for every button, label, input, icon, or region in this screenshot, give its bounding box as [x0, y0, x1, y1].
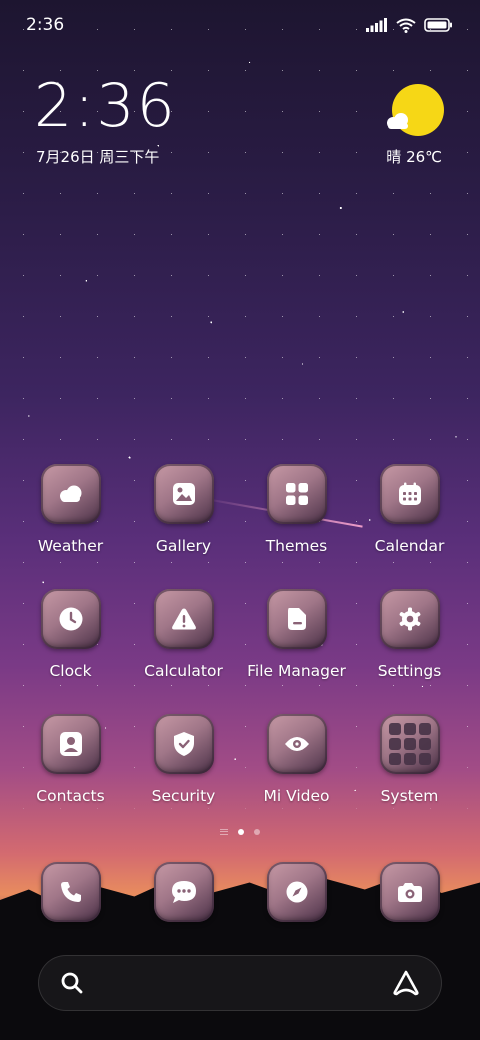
image-icon [172, 483, 195, 505]
app-icon-tile[interactable] [153, 714, 214, 774]
list-view-icon[interactable] [220, 829, 228, 835]
app-system-folder[interactable]: System [353, 714, 466, 839]
warning-icon [171, 608, 196, 630]
gear-icon [399, 607, 420, 631]
grid-icon [285, 483, 308, 505]
clock-widget-time[interactable]: 2:36 [34, 76, 177, 136]
page-dot[interactable] [254, 829, 260, 835]
folder-app-thumb [388, 753, 401, 765]
eye-icon [284, 737, 309, 751]
app-icon-tile[interactable] [266, 464, 327, 524]
folder-app-thumb [418, 738, 431, 750]
app-label: Calendar [374, 537, 445, 555]
app-label: Security [151, 787, 216, 805]
app-security[interactable]: Security [127, 714, 240, 839]
app-row: Contacts Security Mi Video System [14, 714, 466, 839]
wifi-icon [396, 18, 416, 33]
app-file-manager[interactable]: File Manager [240, 589, 353, 714]
app-icon-tile[interactable] [266, 714, 327, 774]
app-icon-tile[interactable] [379, 464, 440, 524]
app-label: Clock [49, 662, 92, 680]
search-bar[interactable] [38, 955, 442, 1011]
app-label: Contacts [36, 787, 105, 805]
app-contacts[interactable]: Contacts [14, 714, 127, 839]
folder-app-thumb [388, 738, 401, 750]
app-grid: Weather Gallery Themes Calendar Clock Ca… [14, 464, 466, 839]
app-calendar[interactable]: Calendar [353, 464, 466, 589]
app-icon-tile[interactable] [379, 714, 440, 774]
app-label: Themes [265, 537, 328, 555]
battery-icon [424, 18, 452, 32]
calendar-icon [398, 482, 421, 505]
message-icon [171, 881, 196, 903]
page-dot-active[interactable] [238, 829, 244, 835]
app-icon-tile[interactable] [40, 464, 101, 524]
folder-icon [287, 608, 306, 630]
clock-widget-date: 7月26日 周三下午 [36, 148, 160, 166]
phone-icon [60, 882, 81, 902]
app-label: Weather [37, 537, 104, 555]
app-label: Settings [377, 662, 442, 680]
folder-app-thumb [418, 723, 431, 735]
signal-icon [366, 18, 387, 32]
cloud-icon [59, 485, 81, 502]
status-time: 2:36 [26, 15, 65, 35]
app-label: Gallery [155, 537, 212, 555]
app-label: File Manager [247, 662, 346, 680]
app-icon-tile[interactable] [40, 714, 101, 774]
folder-app-thumb [418, 753, 431, 765]
app-calculator[interactable]: Calculator [127, 589, 240, 714]
app-label: Mi Video [263, 787, 330, 805]
app-icon-tile[interactable] [266, 589, 327, 649]
app-icon-tile[interactable] [153, 862, 214, 922]
app-themes[interactable]: Themes [240, 464, 353, 589]
app-row: Weather Gallery Themes Calendar [14, 464, 466, 589]
app-icon-tile[interactable] [40, 862, 101, 922]
app-gallery[interactable]: Gallery [127, 464, 240, 589]
dock-messages[interactable] [127, 862, 240, 922]
shield-icon [173, 732, 194, 756]
search-icon[interactable] [60, 971, 84, 995]
app-label: Calculator [144, 662, 223, 680]
app-mi-video[interactable]: Mi Video [240, 714, 353, 839]
folder-grid-icon [388, 723, 431, 765]
camera-icon [397, 883, 422, 902]
weather-widget[interactable] [384, 84, 444, 136]
folder-app-thumb [388, 723, 401, 735]
app-weather[interactable]: Weather [14, 464, 127, 589]
folder-app-thumb [403, 723, 416, 735]
weather-text: 晴 26℃ [386, 148, 442, 166]
app-icon-tile[interactable] [379, 589, 440, 649]
folder-app-thumb [403, 738, 416, 750]
status-icons [366, 18, 453, 33]
app-row: Clock Calculator File Manager Settings [14, 589, 466, 714]
app-clock[interactable]: Clock [14, 589, 127, 714]
clock-icon [59, 607, 82, 631]
dock [14, 862, 466, 922]
app-settings[interactable]: Settings [353, 589, 466, 714]
folder-app-thumb [403, 753, 416, 765]
app-label: System [380, 787, 439, 805]
status-bar: 2:36 [0, 0, 480, 50]
assistant-icon[interactable] [392, 970, 420, 996]
person-icon [59, 732, 82, 756]
app-icon-tile[interactable] [379, 862, 440, 922]
app-icon-tile[interactable] [153, 589, 214, 649]
app-icon-tile[interactable] [40, 589, 101, 649]
page-indicator[interactable] [0, 829, 480, 835]
dock-camera[interactable] [353, 862, 466, 922]
app-icon-tile[interactable] [266, 862, 327, 922]
cloud-icon [387, 113, 408, 129]
app-icon-tile[interactable] [153, 464, 214, 524]
dock-browser[interactable] [240, 862, 353, 922]
compass-icon [286, 881, 307, 903]
dock-phone[interactable] [14, 862, 127, 922]
